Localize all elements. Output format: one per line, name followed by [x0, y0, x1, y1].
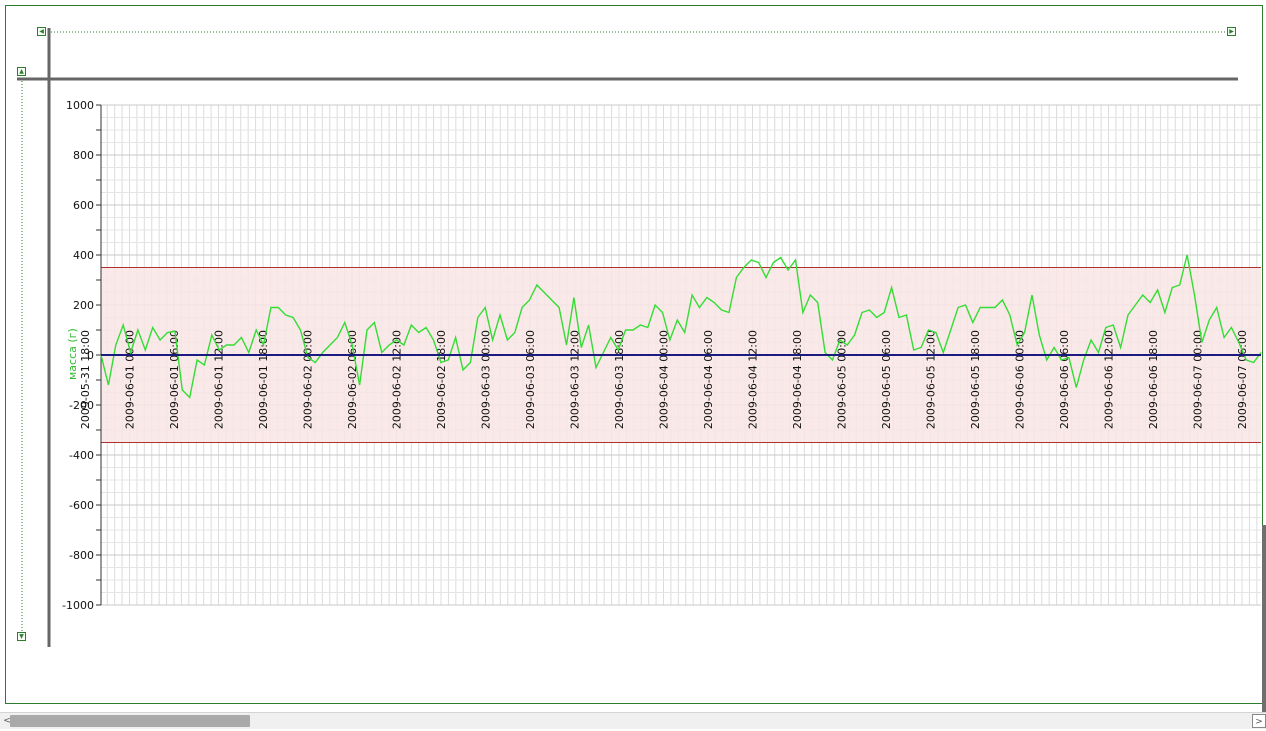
- y-tick-label: -800: [69, 549, 94, 562]
- y-tick-label: 1000: [66, 99, 94, 112]
- chart-canvas: 10008006004002000-200-400-600-800-1000 2…: [17, 28, 1262, 647]
- scroll-up-icon[interactable]: ▲: [17, 67, 26, 76]
- x-tick-label: 2009-05-31 18:00: [79, 330, 92, 429]
- x-tick-label: 2009-06-04 06:00: [702, 330, 715, 429]
- scroll-down-icon[interactable]: ▼: [17, 632, 26, 641]
- scrollbar-right-arrow-icon[interactable]: >: [1252, 714, 1266, 728]
- y-tick-label: 200: [73, 299, 94, 312]
- y-tick-label: 600: [73, 199, 94, 212]
- x-tick-label: 2009-06-07 00:00: [1192, 330, 1205, 429]
- x-tick-label: 2009-06-01 06:00: [168, 330, 181, 429]
- x-tick-label: 2009-06-03 06:00: [524, 330, 537, 429]
- x-tick-label: 2009-06-02 12:00: [391, 330, 404, 429]
- y-axis-label: масса (г): [66, 328, 79, 380]
- scroll-left-icon[interactable]: ◀: [37, 27, 46, 36]
- horizontal-scrollbar[interactable]: < >: [0, 712, 1266, 729]
- vertical-scrollbar[interactable]: [1262, 525, 1266, 712]
- x-tick-label: 2009-06-04 12:00: [747, 330, 760, 429]
- x-tick-label: 2009-06-06 06:00: [1058, 330, 1071, 429]
- y-tick-label: -1000: [62, 599, 94, 612]
- x-tick-label: 2009-06-05 06:00: [880, 330, 893, 429]
- y-tick-label: 400: [73, 249, 94, 262]
- x-tick-label: 2009-06-01 00:00: [124, 330, 137, 429]
- x-tick-label: 2009-06-01 12:00: [213, 330, 226, 429]
- x-tick-label: 2009-06-04 18:00: [791, 330, 804, 429]
- x-tick-label: 2009-06-05 18:00: [969, 330, 982, 429]
- y-tick-label: 800: [73, 149, 94, 162]
- scroll-right-icon[interactable]: ▶: [1227, 27, 1236, 36]
- y-tick-label: -400: [69, 449, 94, 462]
- x-tick-label: 2009-06-04 00:00: [658, 330, 671, 429]
- x-tick-label: 2009-06-06 00:00: [1014, 330, 1027, 429]
- x-tick-label: 2009-06-03 00:00: [480, 330, 493, 429]
- x-tick-label: 2009-06-06 18:00: [1147, 330, 1160, 429]
- scrollbar-thumb[interactable]: [10, 715, 250, 727]
- x-tick-label: 2009-06-07 06:00: [1236, 330, 1249, 429]
- x-tick-label: 2009-06-02 00:00: [302, 330, 315, 429]
- x-tick-label: 2009-06-05 12:00: [925, 330, 938, 429]
- x-tick-label: 2009-06-02 18:00: [435, 330, 448, 429]
- x-tick-label: 2009-06-06 12:00: [1103, 330, 1116, 429]
- y-tick-label: -600: [69, 499, 94, 512]
- x-tick-label: 2009-06-03 12:00: [569, 330, 582, 429]
